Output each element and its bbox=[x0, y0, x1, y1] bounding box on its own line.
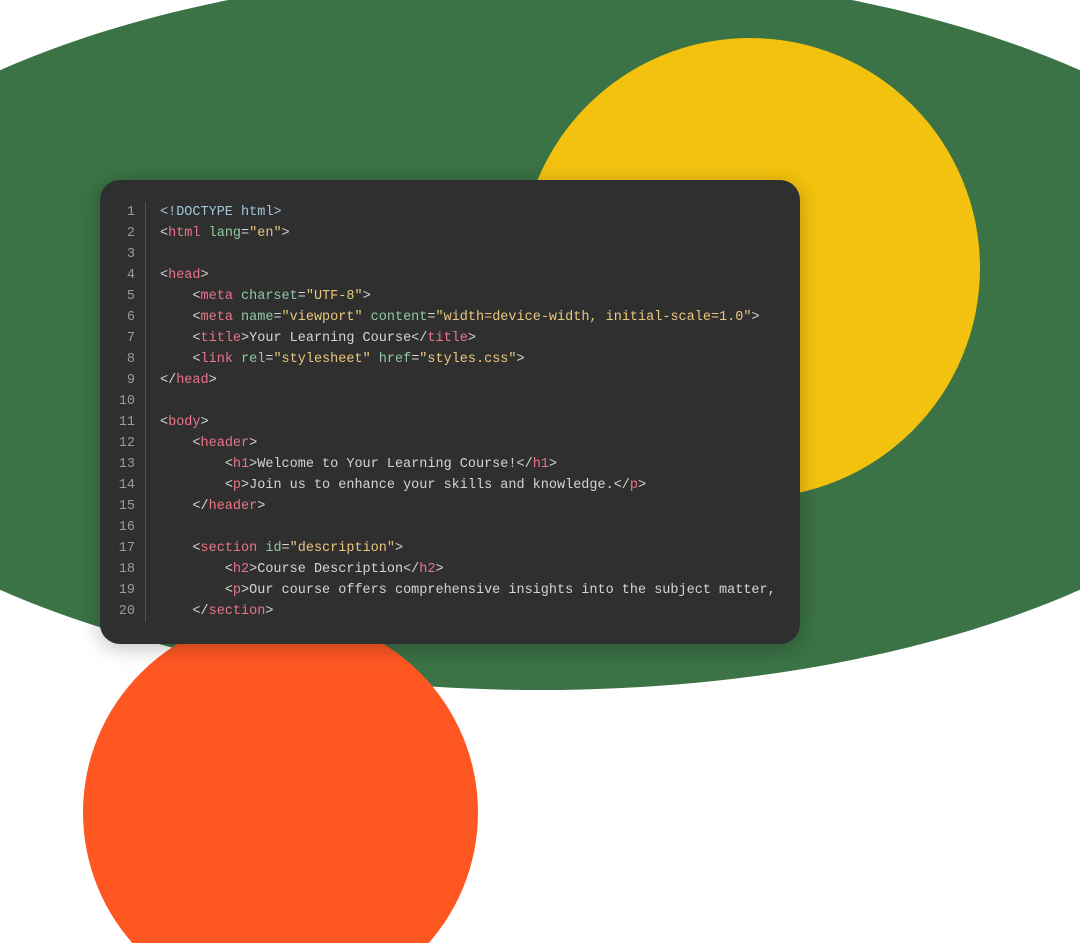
code-line: 1 <!DOCTYPE html> bbox=[116, 202, 776, 223]
code-content: <title>Your Learning Course</title> bbox=[146, 328, 476, 349]
code-content: <h2>Course Description</h2> bbox=[146, 559, 444, 580]
code-content bbox=[146, 517, 168, 538]
code-content: <link rel="stylesheet" href="styles.css"… bbox=[146, 349, 525, 370]
code-editor-panel: 1 <!DOCTYPE html> 2 <html lang="en"> 3 4… bbox=[100, 180, 800, 644]
line-number: 17 bbox=[116, 538, 146, 559]
code-content: <!DOCTYPE html> bbox=[146, 202, 282, 223]
code-content bbox=[146, 391, 168, 412]
code-content: <h1>Welcome to Your Learning Course!</h1… bbox=[146, 454, 557, 475]
code-line: 15 </header> bbox=[116, 496, 776, 517]
code-line: 20 </section> bbox=[116, 601, 776, 622]
line-number: 13 bbox=[116, 454, 146, 475]
code-line: 8 <link rel="stylesheet" href="styles.cs… bbox=[116, 349, 776, 370]
code-line: 6 <meta name="viewport" content="width=d… bbox=[116, 307, 776, 328]
code-line: 12 <header> bbox=[116, 433, 776, 454]
code-line: 13 <h1>Welcome to Your Learning Course!<… bbox=[116, 454, 776, 475]
code-line: 3 bbox=[116, 244, 776, 265]
line-number: 4 bbox=[116, 265, 146, 286]
line-number: 1 bbox=[116, 202, 146, 223]
line-number: 20 bbox=[116, 601, 146, 622]
line-number: 2 bbox=[116, 223, 146, 244]
code-line: 16 bbox=[116, 517, 776, 538]
line-number: 16 bbox=[116, 517, 146, 538]
code-line: 4 <head> bbox=[116, 265, 776, 286]
code-content: <section id="description"> bbox=[146, 538, 403, 559]
code-content bbox=[146, 244, 168, 265]
code-content: <header> bbox=[146, 433, 257, 454]
line-number: 6 bbox=[116, 307, 146, 328]
line-number: 8 bbox=[116, 349, 146, 370]
code-content: <html lang="en"> bbox=[146, 223, 290, 244]
code-content: </head> bbox=[146, 370, 217, 391]
code-content: </section> bbox=[146, 601, 273, 622]
code-line: 2 <html lang="en"> bbox=[116, 223, 776, 244]
code-line: 19 <p>Our course offers comprehensive in… bbox=[116, 580, 776, 601]
code-line: 14 <p>Join us to enhance your skills and… bbox=[116, 475, 776, 496]
code-line: 9 </head> bbox=[116, 370, 776, 391]
line-number: 15 bbox=[116, 496, 146, 517]
code-line: 17 <section id="description"> bbox=[116, 538, 776, 559]
code-content: <meta name="viewport" content="width=dev… bbox=[146, 307, 760, 328]
code-line: 11 <body> bbox=[116, 412, 776, 433]
line-number: 9 bbox=[116, 370, 146, 391]
line-number: 11 bbox=[116, 412, 146, 433]
line-number: 12 bbox=[116, 433, 146, 454]
code-content: <p>Our course offers comprehensive insig… bbox=[146, 580, 776, 601]
code-content: <meta charset="UTF-8"> bbox=[146, 286, 371, 307]
line-number: 7 bbox=[116, 328, 146, 349]
code-content: <body> bbox=[146, 412, 209, 433]
code-content: </header> bbox=[146, 496, 265, 517]
line-number: 14 bbox=[116, 475, 146, 496]
line-number: 3 bbox=[116, 244, 146, 265]
line-number: 19 bbox=[116, 580, 146, 601]
line-number: 10 bbox=[116, 391, 146, 412]
line-number: 5 bbox=[116, 286, 146, 307]
code-line: 7 <title>Your Learning Course</title> bbox=[116, 328, 776, 349]
code-line: 10 bbox=[116, 391, 776, 412]
line-number: 18 bbox=[116, 559, 146, 580]
code-content: <head> bbox=[146, 265, 209, 286]
code-line: 18 <h2>Course Description</h2> bbox=[116, 559, 776, 580]
canvas: 1 <!DOCTYPE html> 2 <html lang="en"> 3 4… bbox=[0, 0, 1080, 943]
code-line: 5 <meta charset="UTF-8"> bbox=[116, 286, 776, 307]
code-content: <p>Join us to enhance your skills and kn… bbox=[146, 475, 646, 496]
